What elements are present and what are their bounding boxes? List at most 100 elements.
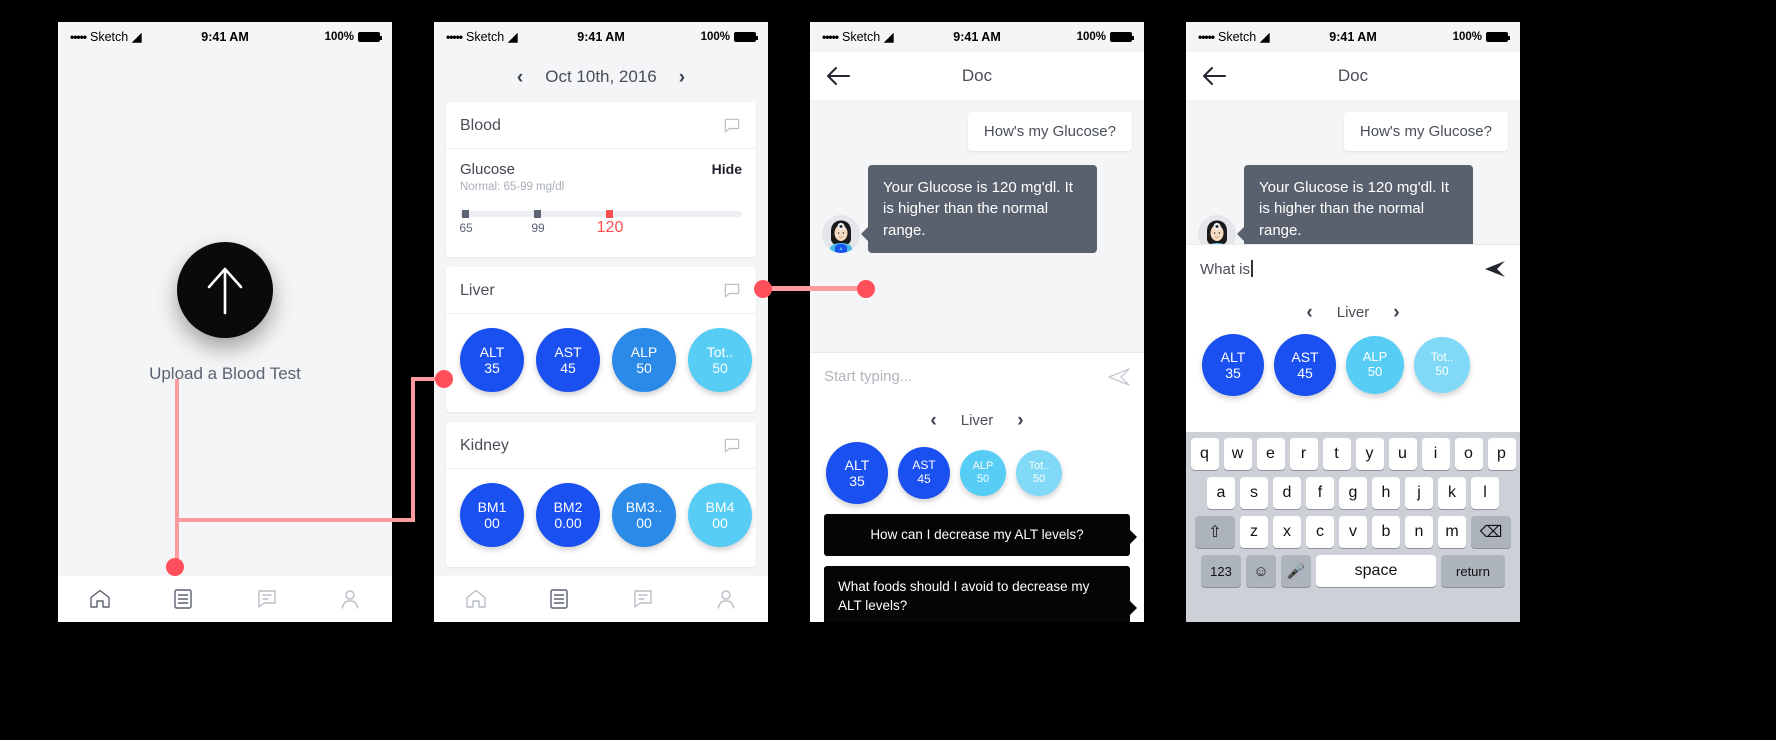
key-i[interactable]: i bbox=[1421, 438, 1450, 470]
panel-next-button[interactable]: › bbox=[1393, 303, 1399, 322]
marker-circle[interactable]: AST 45 bbox=[1274, 334, 1336, 396]
key-q[interactable]: q bbox=[1190, 438, 1219, 470]
key-v[interactable]: v bbox=[1339, 516, 1367, 548]
key-c[interactable]: c bbox=[1306, 516, 1334, 548]
key-j[interactable]: j bbox=[1405, 477, 1433, 509]
key-u[interactable]: u bbox=[1388, 438, 1417, 470]
scale-low-label: 65 bbox=[459, 221, 473, 235]
marker-circle[interactable]: ALP 50 bbox=[1346, 336, 1404, 394]
key-t[interactable]: t bbox=[1322, 438, 1351, 470]
suggestion-chip[interactable]: What foods should I avoid to decrease my… bbox=[824, 565, 1137, 622]
chat-bubble-icon[interactable] bbox=[722, 436, 742, 456]
key-m[interactable]: m bbox=[1438, 516, 1466, 548]
key-a[interactable]: a bbox=[1207, 477, 1235, 509]
panel-next-button[interactable]: › bbox=[1017, 411, 1023, 430]
mic-key[interactable]: 🎤 bbox=[1281, 555, 1311, 587]
message-outgoing: How's my Glucose? bbox=[822, 112, 1132, 151]
marker-value: 50 bbox=[712, 360, 728, 376]
chat-bubble-icon[interactable] bbox=[722, 281, 742, 301]
keyboard-row-1: q w e r t y u i o p bbox=[1189, 438, 1517, 470]
suggestion-chip[interactable]: How can I decrease my ALT levels? bbox=[824, 514, 1137, 556]
tab-home[interactable] bbox=[434, 587, 518, 611]
card-header: Liver bbox=[446, 267, 756, 314]
marker-circles: ALT 35 AST 45 ALP 50 Tot.. 50 bbox=[1186, 332, 1520, 406]
metric-name: Glucose bbox=[460, 161, 516, 178]
key-w[interactable]: w bbox=[1223, 438, 1252, 470]
message-input[interactable]: Start typing... bbox=[824, 368, 1108, 385]
key-n[interactable]: n bbox=[1405, 516, 1433, 548]
message-input[interactable]: What is bbox=[1200, 259, 1484, 278]
emoji-key[interactable]: ☺ bbox=[1246, 555, 1276, 587]
key-l[interactable]: l bbox=[1471, 477, 1499, 509]
panel-prev-button[interactable]: ‹ bbox=[1306, 303, 1312, 322]
marker-circle[interactable]: ALT 35 bbox=[460, 328, 524, 392]
marker-circle[interactable]: ALT 35 bbox=[826, 442, 888, 504]
chat-bubble-icon bbox=[634, 590, 652, 608]
marker-circle[interactable]: BM2 0.00 bbox=[536, 483, 600, 547]
marker-circle[interactable]: BM1 00 bbox=[460, 483, 524, 547]
metric-track bbox=[460, 210, 742, 218]
tab-chat[interactable] bbox=[601, 587, 685, 611]
marker-circle[interactable]: Tot.. 50 bbox=[1414, 337, 1470, 393]
key-e[interactable]: e bbox=[1256, 438, 1285, 470]
marker-circle[interactable]: BM3.. 00 bbox=[612, 483, 676, 547]
tab-chat[interactable] bbox=[225, 587, 309, 611]
marker-circle[interactable]: ALP 50 bbox=[960, 450, 1006, 496]
key-x[interactable]: x bbox=[1273, 516, 1301, 548]
marker-circles: ALT 35 AST 45 ALP 50 Tot.. 50 bbox=[810, 440, 1144, 514]
key-r[interactable]: r bbox=[1289, 438, 1318, 470]
key-o[interactable]: o bbox=[1454, 438, 1483, 470]
key-s[interactable]: s bbox=[1240, 477, 1268, 509]
tab-home[interactable] bbox=[58, 587, 142, 611]
screen-upload: ••••• Sketch ◢ 9:41 AM 100% Upload a Blo… bbox=[58, 22, 392, 622]
card-title: Liver bbox=[460, 282, 495, 299]
return-key[interactable]: return bbox=[1441, 555, 1505, 587]
key-z[interactable]: z bbox=[1240, 516, 1268, 548]
battery-icon bbox=[358, 32, 382, 42]
key-y[interactable]: y bbox=[1355, 438, 1384, 470]
marker-circle[interactable]: AST 45 bbox=[898, 447, 950, 499]
marker-circle[interactable]: Tot.. 50 bbox=[688, 328, 752, 392]
tab-records[interactable] bbox=[518, 587, 602, 611]
marker-panel: ‹ Liver › ALT 35 AST 45 ALP 50 Tot bbox=[810, 400, 1144, 622]
key-d[interactable]: d bbox=[1273, 477, 1301, 509]
tab-profile[interactable] bbox=[309, 587, 393, 611]
text-caret bbox=[1251, 259, 1253, 277]
space-key[interactable]: space bbox=[1316, 555, 1436, 587]
hide-button[interactable]: Hide bbox=[712, 161, 742, 177]
person-icon bbox=[342, 590, 359, 609]
upload-button[interactable] bbox=[177, 242, 273, 338]
next-date-button[interactable]: › bbox=[679, 68, 685, 87]
chat-bubble-icon[interactable] bbox=[722, 116, 742, 136]
back-button[interactable] bbox=[1200, 62, 1228, 90]
key-h[interactable]: h bbox=[1372, 477, 1400, 509]
upload-area: Upload a Blood Test bbox=[58, 52, 392, 574]
backspace-key[interactable]: ⌫ bbox=[1471, 516, 1511, 548]
key-p[interactable]: p bbox=[1487, 438, 1516, 470]
marker-circle[interactable]: ALP 50 bbox=[612, 328, 676, 392]
marker-circle[interactable]: AST 45 bbox=[536, 328, 600, 392]
marker-circle[interactable]: ALT 35 bbox=[1202, 334, 1264, 396]
message-composer: What is bbox=[1186, 244, 1520, 292]
marker-circle[interactable]: Tot.. 50 bbox=[1016, 450, 1062, 496]
prev-date-button[interactable]: ‹ bbox=[517, 68, 523, 87]
marker-circle[interactable]: BM4 00 bbox=[688, 483, 752, 547]
marker-circles: BM1 00 BM2 0.00 BM3.. 00 BM4 00 bbox=[446, 469, 756, 567]
send-button[interactable] bbox=[1484, 258, 1506, 280]
message-list: How's my Glucose? Your Glucose is 120 mg… bbox=[810, 100, 1144, 253]
shift-key[interactable]: ⇧ bbox=[1195, 516, 1235, 548]
key-b[interactable]: b bbox=[1372, 516, 1400, 548]
panel-prev-button[interactable]: ‹ bbox=[930, 411, 936, 430]
message-bubble: Your Glucose is 120 mg'dl. It is higher … bbox=[1236, 165, 1474, 253]
numbers-key[interactable]: 123 bbox=[1201, 555, 1241, 587]
send-button[interactable] bbox=[1108, 366, 1130, 388]
tab-profile[interactable] bbox=[685, 587, 769, 611]
tab-records[interactable] bbox=[142, 587, 226, 611]
key-f[interactable]: f bbox=[1306, 477, 1334, 509]
results-list[interactable]: Blood Glucose Hide Normal: 65-99 mg/dl 6… bbox=[434, 102, 768, 576]
key-k[interactable]: k bbox=[1438, 477, 1466, 509]
marker-label: ALT bbox=[479, 343, 505, 360]
key-g[interactable]: g bbox=[1339, 477, 1367, 509]
marker-value: 00 bbox=[712, 515, 728, 531]
back-button[interactable] bbox=[824, 62, 852, 90]
